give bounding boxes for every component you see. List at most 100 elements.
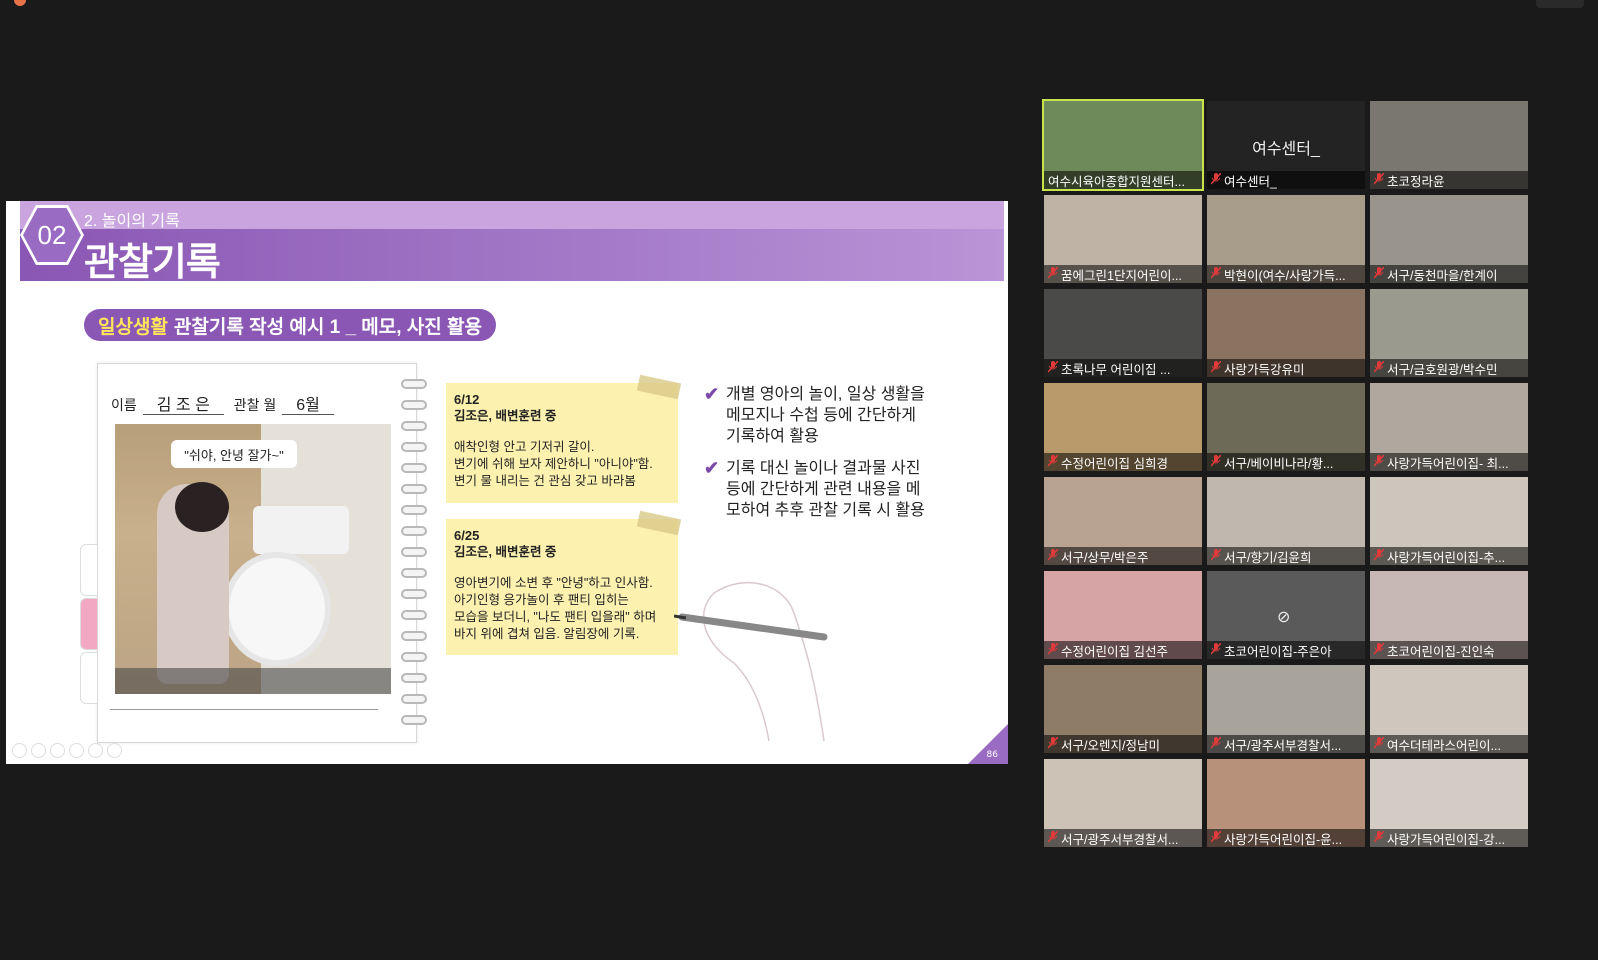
participant-name-bar: 수정어린이집 김선주 xyxy=(1044,641,1202,659)
subtitle-pill: 일상생활 관찰기록 작성 예시 1 _ 메모, 사진 활용 xyxy=(84,309,497,341)
grid-icon[interactable] xyxy=(69,743,84,758)
record-indicator xyxy=(14,0,26,6)
participant-tile[interactable]: 사랑가득어린이집-추... xyxy=(1370,477,1528,565)
participant-name: 초록나무 어린이집 ... xyxy=(1061,362,1171,377)
participant-name: 사랑가득어린이집-추... xyxy=(1387,550,1506,565)
note-head: 김조은, 배변훈련 중 xyxy=(454,409,557,423)
participant-name-bar: 여수센터_ xyxy=(1207,171,1365,189)
participant-name-bar: 서구/광주서부경찰서... xyxy=(1044,829,1202,847)
check-icon: ✔ xyxy=(704,384,720,404)
bullet-list: ✔ 개별 영아의 놀이, 일상 생활을 메모지나 수첩 등에 간단하게 기록하여… xyxy=(704,384,934,532)
participant-tile[interactable]: 수정어린이집 김선주 xyxy=(1044,571,1202,659)
more-icon[interactable] xyxy=(107,743,122,758)
participant-name-bar: 서구/금호원광/박수민 xyxy=(1370,359,1528,377)
top-right-control[interactable] xyxy=(1536,0,1584,8)
check-icon: ✔ xyxy=(704,458,720,478)
zoom-icon[interactable] xyxy=(88,743,103,758)
participant-name: 사랑가득어린이집- 최... xyxy=(1387,456,1509,471)
bullet-text: 기록 대신 놀이나 결과물 사진 등에 간단하게 관련 내용을 메모하여 추후 … xyxy=(726,460,925,519)
participant-tile[interactable]: 수정어린이집 심희경 xyxy=(1044,383,1202,471)
note-line: 바지 위에 겹쳐 입음. 알림장에 기록. xyxy=(454,627,640,641)
participant-name: 서구/동천마을/한계이 xyxy=(1387,268,1498,283)
participant-tile[interactable]: 여수더테라스어린이... xyxy=(1370,665,1528,753)
participant-tile[interactable]: 꿈에그린1단지어린이... xyxy=(1044,195,1202,283)
participant-tile[interactable]: 여수센터_ 여수센터_ xyxy=(1207,101,1365,189)
slide-controls[interactable] xyxy=(12,743,122,758)
notebook-spiral xyxy=(401,373,429,739)
toilet-bowl xyxy=(223,552,331,666)
mic-muted-icon xyxy=(1210,547,1222,564)
participant-tile[interactable]: ⊘ 초코어린이집-주은아 xyxy=(1207,571,1365,659)
hand-with-pen-illustration xyxy=(674,581,828,741)
participant-tile[interactable]: 박현이(여수/사랑가득... xyxy=(1207,195,1365,283)
participant-name-bar: 서구/오렌지/정남미 xyxy=(1044,735,1202,753)
prev-slide-icon[interactable] xyxy=(12,743,27,758)
participant-tile[interactable]: 사랑가득어린이집- 최... xyxy=(1370,383,1528,471)
participant-tile[interactable]: 서구/광주서부경찰서... xyxy=(1207,665,1365,753)
note-line: 아기인형 응가놀이 후 팬티 입히는 xyxy=(454,593,629,607)
participant-name-bar: 서구/광주서부경찰서... xyxy=(1207,735,1365,753)
participant-tile[interactable]: 서구/베이비나라/황... xyxy=(1207,383,1365,471)
participant-tile[interactable]: 서구/동천마을/한계이 xyxy=(1370,195,1528,283)
mic-muted-icon xyxy=(1210,359,1222,376)
bullet-text: 개별 영아의 놀이, 일상 생활을 메모지나 수첩 등에 간단하게 기록하여 활… xyxy=(726,386,925,445)
section-label: 2. 놀이의 기록 xyxy=(84,213,180,230)
mic-muted-icon xyxy=(1210,641,1222,658)
participant-name-bar: 초코정라윤 xyxy=(1370,171,1528,189)
participant-name-bar: 초록나무 어린이집 ... xyxy=(1044,359,1202,377)
notebook-header: 이름 김 조 은 관찰 월 6월 xyxy=(111,391,340,415)
participant-name-bar: 사랑가득강유미 xyxy=(1207,359,1365,377)
note-line: 영아변기에 소변 후 "안녕"하고 인사함. xyxy=(454,576,653,590)
month-value: 6월 xyxy=(282,397,334,415)
participant-name: 수정어린이집 심희경 xyxy=(1061,456,1168,471)
participant-name: 초코어린이집-주은아 xyxy=(1224,644,1332,659)
mic-muted-icon xyxy=(1210,829,1222,846)
pill-highlight: 일상생활 xyxy=(98,316,168,338)
participant-name: 서구/금호원광/박수민 xyxy=(1387,362,1498,377)
note-date: 6/25 xyxy=(454,528,480,543)
photo-shadow xyxy=(115,668,391,694)
participant-tile[interactable]: 초코어린이집-진인숙 xyxy=(1370,571,1528,659)
participant-name-bar: 사랑가득어린이집-강... xyxy=(1370,829,1528,847)
camera-off-name: 여수센터_ xyxy=(1252,141,1320,158)
participant-tile[interactable]: 서구/상무/박은주 xyxy=(1044,477,1202,565)
participant-tile[interactable]: 서구/오렌지/정남미 xyxy=(1044,665,1202,753)
participant-name: 사랑가득강유미 xyxy=(1224,362,1305,377)
participant-name: 서구/오렌지/정남미 xyxy=(1061,738,1160,753)
participant-tile[interactable]: 서구/금호원광/박수민 xyxy=(1370,289,1528,377)
pill-text: 관찰기록 작성 예시 1 _ 메모, 사진 활용 xyxy=(173,316,483,338)
slide-title: 관찰기록 xyxy=(84,242,221,284)
participant-name-bar: 여수더테라스어린이... xyxy=(1370,735,1528,753)
participant-name: 사랑가득어린이집-강... xyxy=(1387,832,1506,847)
notebook-tab-active xyxy=(80,598,97,650)
notebook-line xyxy=(110,709,378,710)
shared-slide: 02 2. 놀이의 기록 관찰기록 일상생활 관찰기록 작성 예시 1 _ 메모… xyxy=(6,201,1008,764)
participant-name-bar: 서구/상무/박은주 xyxy=(1044,547,1202,565)
pen-icon[interactable] xyxy=(50,743,65,758)
month-label: 관찰 월 xyxy=(233,397,277,413)
mic-muted-icon xyxy=(1047,359,1059,376)
note-line: 변기 물 내리는 건 관심 갖고 바라봄 xyxy=(454,474,636,488)
participant-name: 서구/광주서부경찰서... xyxy=(1224,738,1342,753)
mic-muted-icon xyxy=(1210,453,1222,470)
participant-tile[interactable]: 초록나무 어린이집 ... xyxy=(1044,289,1202,377)
mic-muted-icon xyxy=(1373,359,1385,376)
mic-muted-icon xyxy=(1210,265,1222,282)
participant-name: 꿈에그린1단지어린이... xyxy=(1061,268,1182,283)
mic-muted-icon xyxy=(1210,171,1222,188)
page-number: 86 xyxy=(986,750,998,760)
mic-muted-icon xyxy=(1047,641,1059,658)
participant-tile[interactable]: 서구/광주서부경찰서... xyxy=(1044,759,1202,847)
mic-muted-icon xyxy=(1373,453,1385,470)
mic-muted-icon xyxy=(1047,265,1059,282)
participant-tile[interactable]: 여수시육아종합지원센터... xyxy=(1042,99,1204,191)
participant-tile[interactable]: 사랑가득강유미 xyxy=(1207,289,1365,377)
next-slide-icon[interactable] xyxy=(31,743,46,758)
participant-tile[interactable]: 사랑가득어린이집-윤... xyxy=(1207,759,1365,847)
toilet-training-photo: "쉬야, 안녕 잘가~" xyxy=(115,424,391,694)
note-date: 6/12 xyxy=(454,392,480,407)
participant-tile[interactable]: 초코정라윤 xyxy=(1370,101,1528,189)
participant-tile[interactable]: 서구/향기/김윤희 xyxy=(1207,477,1365,565)
participant-tile[interactable]: 사랑가득어린이집-강... xyxy=(1370,759,1528,847)
participant-name: 서구/향기/김윤희 xyxy=(1224,550,1312,565)
